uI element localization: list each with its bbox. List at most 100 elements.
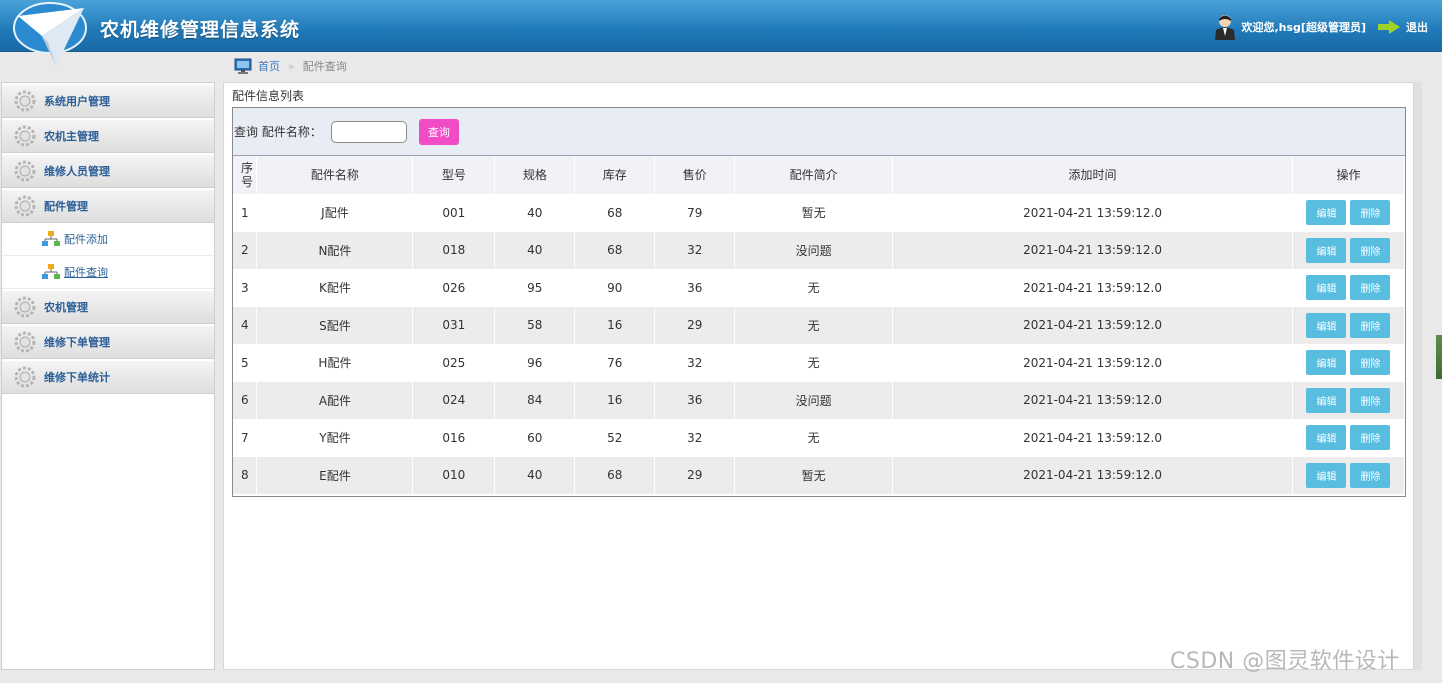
- delete-button[interactable]: 删除: [1350, 200, 1391, 226]
- vertical-scrollbar[interactable]: [1414, 82, 1422, 670]
- table-row: 3 K配件 026 95 90 36 无 2021-04-21 13:59:12.0 编辑 删除: [233, 269, 1406, 307]
- cell-description: 没问题: [734, 231, 894, 270]
- arrow-right-icon[interactable]: [1378, 20, 1400, 34]
- cell-spec: 40: [494, 456, 576, 495]
- delete-button[interactable]: 删除: [1350, 312, 1391, 338]
- cell-stock: 52: [574, 419, 656, 457]
- user-avatar-icon: [1214, 15, 1235, 40]
- sidebar-item-label: 维修人员管理: [44, 165, 110, 178]
- gear-icon: [14, 195, 36, 217]
- cell-price: 32: [654, 344, 736, 382]
- cell-price: 36: [654, 381, 736, 420]
- scroll-handle[interactable]: [1436, 335, 1442, 379]
- cell-added-time: 2021-04-21 13:59:12.0: [892, 194, 1293, 232]
- cell-actions: 编辑 删除: [1292, 344, 1406, 382]
- user-area: 欢迎您,hsg[超级管理员] 退出: [1214, 14, 1428, 40]
- edit-button[interactable]: 编辑: [1306, 200, 1347, 226]
- column-header-part-name: 配件名称: [256, 156, 414, 195]
- part-name-search-input[interactable]: [330, 120, 407, 143]
- sidebar-subitem-query-part[interactable]: 配件查询: [2, 256, 214, 289]
- delete-button[interactable]: 删除: [1350, 462, 1391, 488]
- parts-panel: 查询 配件名称： 查询 序号 配件名称 型号 规格 库存 售价 配件简介 添加时…: [232, 107, 1406, 497]
- cell-added-time: 2021-04-21 13:59:12.0: [892, 269, 1293, 307]
- row-actions: 编辑 删除: [1293, 425, 1404, 451]
- cell-spec: 95: [494, 269, 576, 307]
- sidebar-item-order-stats[interactable]: 维修下单统计: [2, 361, 214, 394]
- parts-table: 序号 配件名称 型号 规格 库存 售价 配件简介 添加时间 操作 1 J配件 001…: [233, 156, 1406, 495]
- welcome-text: 欢迎您,hsg[超级管理员]: [1241, 21, 1367, 34]
- cell-spec: 84: [494, 381, 576, 420]
- cell-stock: 68: [574, 194, 656, 232]
- sidebar-item-system-users[interactable]: 系统用户管理: [2, 85, 214, 118]
- cell-model: 025: [412, 344, 496, 382]
- edit-button[interactable]: 编辑: [1306, 312, 1347, 338]
- edit-button[interactable]: 编辑: [1306, 387, 1347, 413]
- cell-actions: 编辑 删除: [1292, 381, 1406, 420]
- cell-added-time: 2021-04-21 13:59:12.0: [892, 306, 1293, 345]
- table-row: 2 N配件 018 40 68 32 没问题 2021-04-21 13:59:12.0 编辑删…: [233, 231, 1406, 270]
- gear-icon: [14, 90, 36, 112]
- edit-button[interactable]: 编辑: [1306, 275, 1347, 301]
- column-header-model: 型号: [412, 156, 496, 195]
- row-actions: 编辑 删除: [1293, 350, 1404, 376]
- org-chart-icon: [42, 264, 60, 279]
- row-actions: 编辑 删除: [1293, 237, 1404, 263]
- search-button[interactable]: 查询: [418, 118, 459, 145]
- table-row: 8 E配件 010 40 68 29 暂无 2021-04-21 13:59:12.0 编辑 删除: [233, 456, 1406, 495]
- gear-icon: [14, 366, 36, 388]
- sidebar-item-repair-orders[interactable]: 维修下单管理: [2, 326, 214, 359]
- cell-part-name: A配件: [256, 381, 414, 420]
- table-row: 5 H配件 025 96 76 32 无 2021-04-21 13:59:12.0 编辑 删除: [233, 344, 1406, 382]
- sidebar-item-label: 农机主管理: [44, 130, 99, 143]
- sidebar-item-machine-owners[interactable]: 农机主管理: [2, 120, 214, 153]
- gear-icon: [14, 125, 36, 147]
- delete-button[interactable]: 删除: [1350, 237, 1391, 263]
- sidebar-subitem-label: 配件查询: [64, 266, 108, 279]
- cell-index: 2: [233, 231, 258, 270]
- edit-button[interactable]: 编辑: [1306, 350, 1347, 376]
- column-header-price: 售价: [654, 156, 736, 195]
- breadcrumb-current: 配件查询: [302, 60, 347, 73]
- edit-button[interactable]: 编辑: [1306, 237, 1347, 263]
- edit-button[interactable]: 编辑: [1306, 425, 1347, 451]
- cell-model: 024: [412, 381, 496, 420]
- sidebar-item-repair-staff[interactable]: 维修人员管理: [2, 155, 214, 188]
- delete-button[interactable]: 删除: [1350, 275, 1391, 301]
- cell-actions: 编辑 删除: [1292, 194, 1406, 232]
- sidebar-item-label: 配件管理: [44, 200, 88, 213]
- sidebar-item-parts[interactable]: 配件管理: [2, 190, 214, 223]
- logout-link[interactable]: 退出: [1406, 19, 1428, 35]
- cell-spec: 60: [494, 419, 576, 457]
- cell-model: 016: [412, 419, 496, 457]
- delete-button[interactable]: 删除: [1350, 425, 1391, 451]
- cell-part-name: E配件: [256, 456, 414, 495]
- cell-price: 36: [654, 269, 736, 307]
- row-actions: 编辑 删除: [1293, 200, 1404, 226]
- column-header-description: 配件简介: [734, 156, 894, 195]
- cell-model: 010: [412, 456, 496, 495]
- cell-index: 1: [233, 194, 258, 232]
- sidebar-item-label: 维修下单统计: [44, 371, 110, 384]
- table-body: 1 J配件 001 40 68 79 暂无 2021-04-21 13:59:12.0 编辑 删除…: [233, 194, 1406, 495]
- cell-index: 5: [233, 344, 258, 382]
- cell-description: 没问题: [734, 381, 894, 420]
- breadcrumb-home[interactable]: 首页: [258, 58, 280, 74]
- watermark-text: CSDN @图灵软件设计: [1170, 649, 1400, 674]
- sidebar-item-machines[interactable]: 农机管理: [2, 291, 214, 324]
- cell-price: 32: [654, 231, 736, 270]
- delete-button[interactable]: 删除: [1350, 387, 1391, 413]
- table-row: 4 S配件 031 58 16 29 无 2021-04-21 13:59:12.0 编辑 删除: [233, 306, 1406, 345]
- cell-added-time: 2021-04-21 13:59:12.0: [892, 231, 1293, 270]
- cell-spec: 58: [494, 306, 576, 345]
- row-actions: 编辑 删除: [1293, 387, 1404, 413]
- search-bar: 查询 配件名称： 查询: [233, 108, 1405, 156]
- cell-stock: 90: [574, 269, 656, 307]
- delete-button[interactable]: 删除: [1350, 350, 1391, 376]
- cell-added-time: 2021-04-21 13:59:12.0: [892, 456, 1293, 495]
- cell-stock: 68: [574, 231, 656, 270]
- edit-button[interactable]: 编辑: [1306, 462, 1347, 488]
- column-header-actions: 操作: [1292, 156, 1406, 195]
- cell-index: 7: [233, 419, 258, 457]
- cell-actions: 编辑 删除: [1292, 456, 1406, 495]
- sidebar-subitem-add-part[interactable]: 配件添加: [2, 223, 214, 256]
